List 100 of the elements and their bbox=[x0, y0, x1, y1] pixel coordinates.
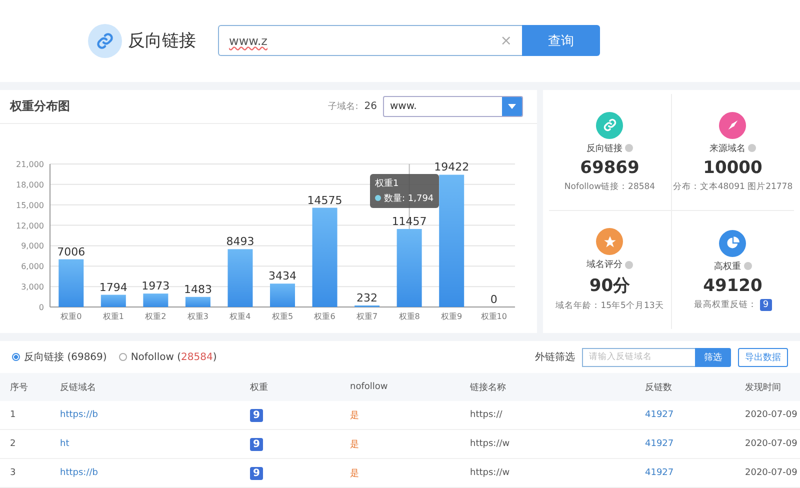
column-header: 序号 bbox=[0, 373, 50, 401]
stat-label: 反向链接 bbox=[586, 142, 622, 155]
link-icon bbox=[602, 118, 617, 132]
link-icon bbox=[96, 32, 114, 50]
search-field[interactable]: www.z × bbox=[218, 25, 522, 56]
weight-badge: 9 bbox=[250, 438, 263, 450]
stat-label: 来源域名 bbox=[709, 142, 746, 155]
info-icon[interactable] bbox=[625, 260, 634, 269]
bar-value-label: 19422 bbox=[434, 160, 470, 174]
column-header: 链接名称 bbox=[460, 373, 635, 401]
table-cell: https://w bbox=[460, 459, 635, 488]
info-icon[interactable] bbox=[625, 144, 634, 152]
table-cell: 3 bbox=[0, 459, 50, 488]
bar bbox=[228, 248, 253, 307]
bar bbox=[58, 259, 84, 307]
bar bbox=[143, 293, 168, 307]
stat-note: 域名年龄：15年5个月13天 bbox=[556, 300, 664, 312]
export-button[interactable]: 导出数据 bbox=[738, 348, 788, 366]
clear-icon[interactable]: × bbox=[500, 32, 512, 49]
table-cell: 2 bbox=[0, 430, 50, 459]
axis-category-label: 权重5 bbox=[272, 312, 294, 321]
page-title: 反向链接 bbox=[128, 30, 196, 52]
weight-badge: 9 bbox=[760, 298, 772, 311]
stat-label: 域名评分 bbox=[586, 258, 622, 272]
bar-value-label: 1483 bbox=[184, 282, 212, 296]
stat-value: 49120 bbox=[703, 276, 762, 296]
star-icon bbox=[602, 234, 617, 249]
stat-value: 69869 bbox=[580, 158, 640, 178]
bar bbox=[270, 283, 295, 307]
bar-value-label: 14575 bbox=[307, 194, 342, 206]
search-button[interactable]: 查询 bbox=[522, 25, 600, 56]
compass-icon bbox=[726, 118, 740, 132]
axis-category-label: 权重8 bbox=[398, 312, 420, 321]
axis-tick-label: 12,000 bbox=[16, 221, 44, 230]
table-cell: 是 bbox=[340, 430, 460, 459]
axis-tick-label: 18,000 bbox=[16, 180, 44, 190]
bar bbox=[100, 294, 126, 307]
backlinks-link[interactable]: 41927 bbox=[645, 439, 674, 449]
axis-category-label: 权重7 bbox=[356, 312, 378, 321]
table-cell: 1 bbox=[0, 401, 50, 430]
backlinks-link[interactable]: 41927 bbox=[645, 468, 674, 478]
panel-title: 权重分布图 bbox=[10, 98, 70, 115]
domain-link[interactable]: ht bbox=[60, 439, 70, 449]
axis-category-label: 权重9 bbox=[441, 312, 462, 321]
stat-note: 最高权重反链： bbox=[694, 298, 757, 311]
table-cell: https://w bbox=[460, 430, 635, 459]
axis-category-label: 权重1 bbox=[102, 312, 124, 321]
axis-tick-label: 3,000 bbox=[21, 282, 44, 292]
column-header: 发现时间 bbox=[735, 373, 800, 401]
radio-option[interactable]: Nofollow (28584) bbox=[118, 350, 217, 364]
axis-tick-label: 0 bbox=[38, 302, 44, 312]
bar bbox=[185, 296, 210, 307]
table-cell: 2020-07-09 bbox=[735, 430, 800, 459]
bar-value-label: 11457 bbox=[392, 214, 427, 228]
axis-tick-label: 15,000 bbox=[16, 200, 44, 210]
subdomain-select[interactable]: www. bbox=[383, 96, 523, 117]
filter-label: 外链筛选 bbox=[535, 350, 575, 364]
filter-button[interactable]: 筛选 bbox=[695, 348, 731, 366]
domain-link[interactable]: https://b bbox=[60, 410, 98, 420]
column-header: 反链域名 bbox=[50, 373, 240, 401]
column-header: nofollow bbox=[340, 373, 460, 401]
info-icon[interactable] bbox=[748, 144, 756, 152]
bar-value-label: 1794 bbox=[99, 280, 128, 294]
stat-value: 10000 bbox=[703, 158, 762, 178]
table-cell: 2020-07-09 bbox=[735, 401, 800, 430]
subdomain-label: 子域名: bbox=[328, 100, 358, 113]
tooltip-value: 数量: 1,794 bbox=[384, 192, 434, 205]
stat-value: 90分 bbox=[589, 275, 630, 298]
stat-note: Nofollow链接：28584 bbox=[564, 180, 656, 193]
bar-value-label: 8493 bbox=[226, 234, 254, 248]
domain-link[interactable]: https://b bbox=[60, 468, 98, 478]
subdomain-count: 26 bbox=[364, 100, 377, 112]
axis-category-label: 权重4 bbox=[230, 312, 251, 321]
pie-chart-icon bbox=[726, 236, 740, 250]
table-cell: 2020-07-09 bbox=[735, 459, 800, 488]
tooltip-title: 权重1 bbox=[375, 178, 400, 190]
weight-badge: 9 bbox=[250, 408, 263, 422]
axis-category-label: 权重10 bbox=[480, 312, 507, 321]
table-cell: 是 bbox=[340, 401, 460, 430]
backlinks-link[interactable]: 41927 bbox=[645, 410, 674, 420]
stat-label: 高权重 bbox=[714, 260, 741, 273]
axis-category-label: 权重6 bbox=[314, 312, 336, 321]
info-icon[interactable] bbox=[744, 262, 752, 270]
bar-value-label: 1973 bbox=[142, 279, 170, 292]
bar-value-label: 232 bbox=[356, 291, 378, 304]
column-header: 反链数 bbox=[635, 373, 735, 401]
axis-tick-label: 6,000 bbox=[21, 262, 44, 271]
table-cell: https:// bbox=[460, 401, 635, 430]
legend-dot bbox=[375, 195, 381, 202]
table-cell: 是 bbox=[340, 459, 460, 488]
axis-category-label: 权重2 bbox=[145, 312, 166, 321]
stat-note: 分布：文本48091 图片21778 bbox=[672, 180, 793, 193]
column-header: 权重 bbox=[240, 373, 340, 401]
bar-value-label: 0 bbox=[490, 292, 498, 306]
bar-value-label: 3434 bbox=[268, 269, 296, 282]
radio-option[interactable]: 反向链接 (69869) bbox=[12, 350, 107, 364]
filter-input[interactable]: 请输入反链域名 bbox=[582, 348, 695, 366]
caret-icon bbox=[508, 104, 516, 109]
axis-category-label: 权重0 bbox=[60, 312, 82, 321]
axis-category-label: 权重3 bbox=[187, 312, 208, 321]
